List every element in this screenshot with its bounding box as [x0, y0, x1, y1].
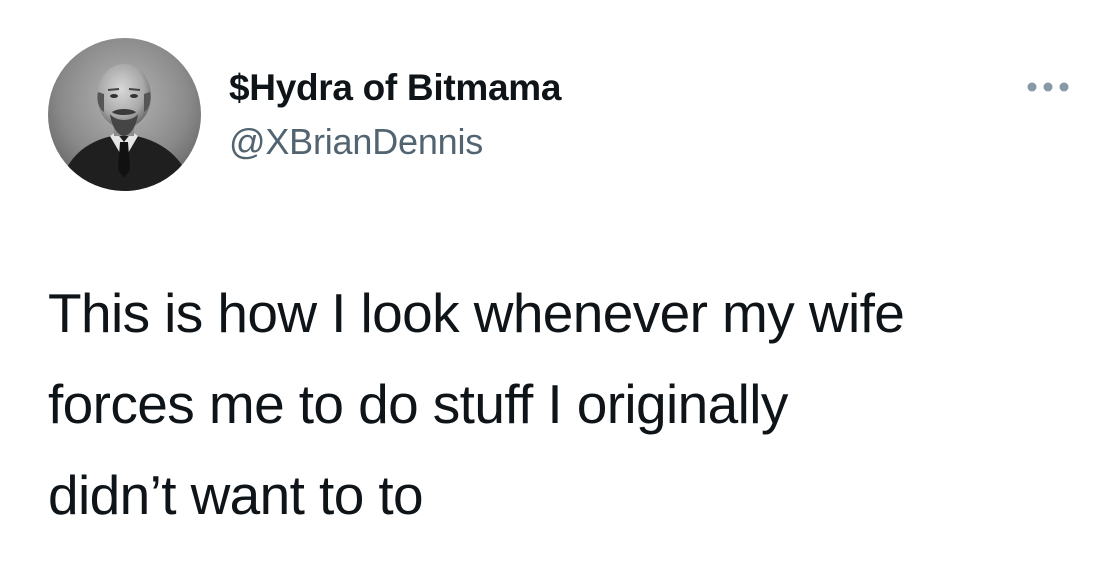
avatar[interactable] [48, 38, 201, 191]
author-handle[interactable]: @XBrianDennis [229, 120, 483, 164]
more-horizontal-icon [1027, 82, 1069, 92]
author-display-name[interactable]: $Hydra of Bitmama [229, 66, 561, 110]
more-options-button[interactable] [1023, 72, 1073, 102]
tweet-text: This is how I look whenever my wife forc… [48, 268, 1088, 541]
tweet-text-line: didn’t want to to [48, 464, 424, 526]
tweet-card: $Hydra of Bitmama @XBrianDennis This is … [0, 0, 1103, 569]
tweet-text-line: forces me to do stuff I originally [48, 373, 788, 435]
avatar-photo [48, 38, 201, 191]
tweet-text-line: This is how I look whenever my wife [48, 282, 905, 344]
